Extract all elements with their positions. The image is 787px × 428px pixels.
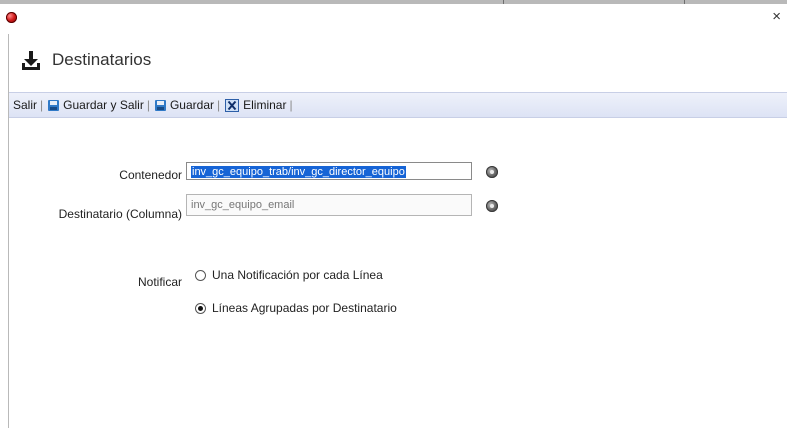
radio-button-on[interactable]: [195, 302, 206, 314]
delete-x-icon: [225, 98, 240, 112]
guardar-label: Guardar: [169, 98, 214, 112]
eliminar-label: Eliminar: [243, 98, 287, 112]
toolbar: Salir | Guardar y Salir | Guardar | Elim…: [9, 92, 787, 118]
destinatario-lookup-icon[interactable]: [486, 200, 498, 212]
contenedor-value: inv_gc_equipo_trab/inv_gc_director_equip…: [191, 166, 406, 178]
floppy-disk-icon: [48, 99, 60, 111]
guardar-y-salir-label: Guardar y Salir: [63, 98, 144, 112]
contenedor-label: Contenedor: [119, 168, 182, 182]
guardar-button[interactable]: Guardar: [154, 98, 214, 112]
radio-label: Una Notificación por cada Línea: [212, 268, 383, 282]
salir-button[interactable]: Salir: [13, 98, 37, 112]
download-icon: [22, 51, 40, 70]
notificar-label: Notificar: [137, 275, 182, 289]
page-header: Destinatarios: [20, 46, 151, 74]
radio-lineas-agrupadas[interactable]: Líneas Agrupadas por Destinatario: [195, 301, 397, 315]
destinatario-value: inv_gc_equipo_email: [191, 199, 295, 211]
contenedor-lookup-icon[interactable]: [486, 166, 498, 178]
floppy-disk-icon: [154, 99, 166, 111]
page-title: Destinatarios: [52, 50, 152, 69]
destinatario-field[interactable]: inv_gc_equipo_email: [186, 194, 472, 216]
toolbar-separator: |: [146, 98, 150, 112]
eliminar-button[interactable]: Eliminar: [225, 98, 286, 112]
strip-divider: [503, 0, 504, 4]
close-icon[interactable]: ×: [772, 9, 781, 24]
radio-label: Líneas Agrupadas por Destinatario: [212, 301, 397, 315]
toolbar-separator: |: [289, 98, 293, 112]
red-ball-icon: [6, 12, 17, 23]
toolbar-separator: |: [40, 98, 44, 112]
radio-button-off[interactable]: [195, 269, 206, 281]
window-titlebar: [0, 0, 787, 34]
toolbar-separator: |: [217, 98, 221, 112]
window-top-strip: [0, 0, 787, 4]
contenedor-field[interactable]: inv_gc_equipo_trab/inv_gc_director_equip…: [186, 162, 472, 180]
salir-label: Salir: [13, 98, 38, 112]
radio-una-notificacion[interactable]: Una Notificación por cada Línea: [195, 268, 383, 282]
guardar-y-salir-button[interactable]: Guardar y Salir: [48, 98, 144, 112]
destinatario-label: Destinatario (Columna): [58, 207, 182, 221]
strip-divider: [684, 0, 685, 4]
